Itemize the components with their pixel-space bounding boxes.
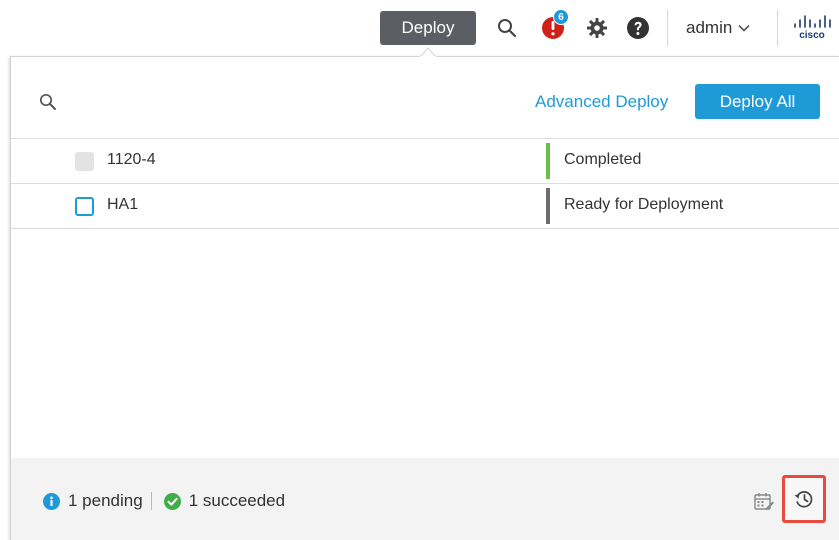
device-checkbox (75, 152, 94, 171)
search-icon[interactable] (495, 16, 519, 40)
deployment-history-button[interactable] (782, 475, 826, 523)
device-status: Completed (564, 151, 642, 168)
user-menu[interactable]: admin (686, 16, 750, 40)
device-name: 1120-4 (107, 151, 156, 168)
deployment-summary: 1 pending 1 succeeded (43, 491, 285, 511)
svg-text:cisco: cisco (799, 30, 825, 41)
summary-divider (150, 492, 152, 510)
pending-count: 1 pending (68, 491, 143, 510)
topbar-divider (777, 10, 778, 46)
status-indicator (546, 188, 550, 224)
status-indicator (546, 143, 550, 179)
deploy-panel: Advanced Deploy Deploy All 1120-4 Comple… (10, 56, 839, 540)
deploy-all-button[interactable]: Deploy All (695, 84, 820, 119)
divider (11, 228, 839, 229)
search-icon[interactable] (39, 93, 59, 113)
advanced-deploy-link[interactable]: Advanced Deploy (535, 90, 668, 114)
device-status: Ready for Deployment (564, 196, 724, 213)
info-icon (43, 492, 60, 510)
device-checkbox[interactable] (75, 197, 94, 216)
topbar-divider (667, 10, 668, 46)
deploy-button[interactable]: Deploy (380, 11, 476, 45)
user-label: admin (686, 18, 733, 37)
deploy-popover-caret (420, 47, 436, 57)
succeeded-count: 1 succeeded (188, 491, 286, 510)
chevron-down-icon (738, 24, 750, 32)
help-icon[interactable] (625, 15, 651, 41)
schedule-icon[interactable] (753, 491, 775, 513)
table-row: 1120-4 Completed (11, 139, 839, 183)
cisco-logo-icon: cisco (790, 14, 834, 42)
deploy-panel-footer: 1 pending 1 succeeded (11, 458, 839, 540)
check-circle-icon (163, 492, 181, 510)
alert-count-badge: 6 (553, 9, 569, 25)
gear-icon[interactable] (585, 16, 609, 40)
device-name: HA1 (107, 196, 139, 213)
table-row: HA1 Ready for Deployment (11, 184, 839, 228)
history-icon (794, 491, 813, 508)
